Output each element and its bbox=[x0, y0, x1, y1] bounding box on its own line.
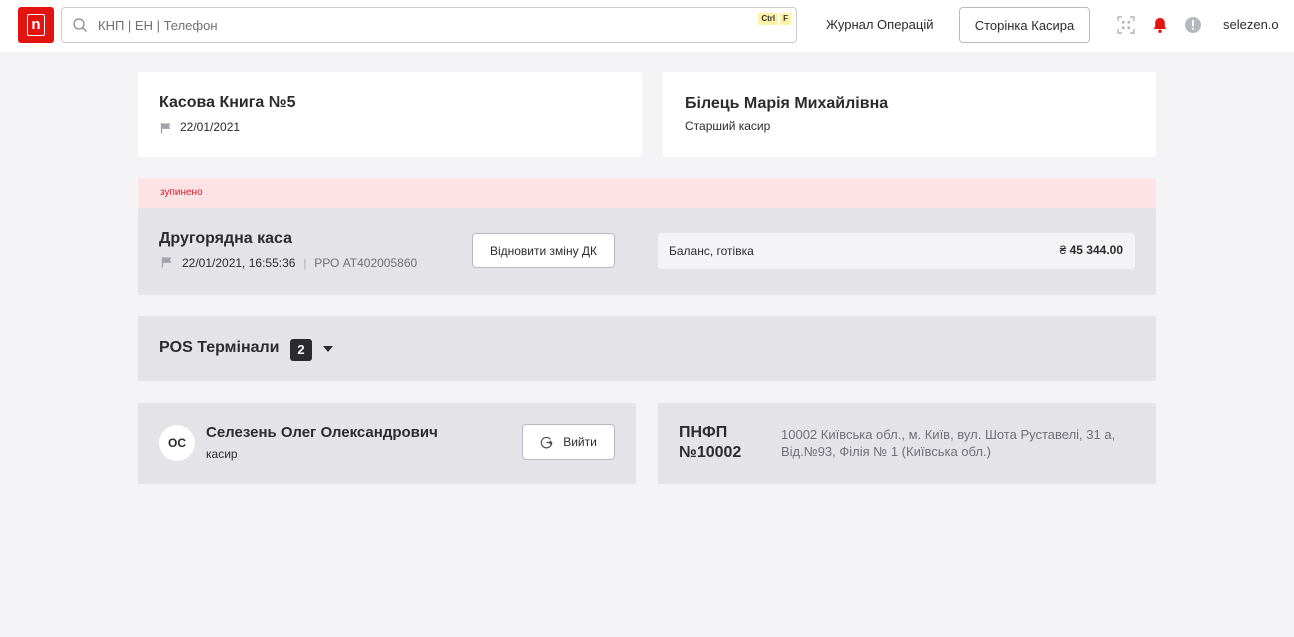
currency-symbol: ₴ bbox=[1059, 243, 1067, 257]
register-meta: 22/01/2021, 16:55:36 | РРО АТ402005860 bbox=[182, 256, 417, 270]
pos-terminals-title: POS Термінали bbox=[159, 339, 280, 356]
register-title: Другорядна каса bbox=[159, 230, 293, 247]
register-card: Другорядна каса 22/01/2021, 16:55:36 | РРО… bbox=[138, 208, 1156, 295]
register-datetime: 22/01/2021, 16:55:36 bbox=[182, 256, 296, 270]
search-box[interactable]: Ctrl F bbox=[61, 7, 797, 43]
alert-icon[interactable] bbox=[1184, 16, 1202, 34]
user-name: Селезень Олег Олександрович bbox=[206, 424, 438, 441]
register-status: зупинено bbox=[160, 187, 203, 198]
qr-scan-icon[interactable] bbox=[1117, 16, 1135, 34]
pos-count-badge: 2 bbox=[290, 339, 312, 361]
branch-address: 10002 Київська обл., м. Київ, вул. Шота … bbox=[781, 427, 1116, 459]
app-logo[interactable]: n bbox=[18, 7, 54, 43]
top-bar: n Ctrl F Журнал Операцій Сторінка Касира… bbox=[0, 0, 1294, 52]
register-status-bar: зупинено bbox=[138, 178, 1156, 208]
branch-code: ПНФП №10002 bbox=[679, 424, 742, 461]
branch-card: ПНФП №10002 10002 Київська обл., м. Київ… bbox=[658, 403, 1156, 484]
logout-button[interactable]: Вийти bbox=[522, 424, 615, 460]
flag-icon bbox=[160, 123, 171, 134]
pos-terminals-card[interactable]: POS Термінали 2 bbox=[138, 316, 1156, 381]
current-user-card: ОС Селезень Олег Олександрович касир Вий… bbox=[138, 403, 636, 484]
logo-letter: n bbox=[27, 14, 45, 36]
hotkey-f: F bbox=[780, 13, 791, 25]
logout-label: Вийти bbox=[563, 435, 597, 449]
logout-icon bbox=[540, 436, 553, 448]
cash-book-card: Касова Книга №5 22/01/2021 bbox=[138, 72, 642, 157]
search-input[interactable] bbox=[98, 14, 738, 36]
cash-book-date: 22/01/2021 bbox=[180, 120, 241, 134]
cash-balance: Баланс, готівка ₴ 45 344.00 bbox=[658, 233, 1135, 269]
bell-icon[interactable] bbox=[1151, 16, 1169, 34]
restore-shift-button[interactable]: Відновити зміну ДК bbox=[472, 233, 615, 268]
search-icon bbox=[73, 18, 87, 32]
cash-book-title: Касова Книга №5 bbox=[159, 94, 296, 111]
cashier-page-button[interactable]: Сторінка Касира bbox=[959, 7, 1090, 43]
senior-cashier-role: Старший касир bbox=[685, 119, 771, 133]
balance-amount: ₴ 45 344.00 bbox=[1060, 243, 1123, 257]
balance-value: 45 344.00 bbox=[1069, 243, 1123, 257]
separator: | bbox=[303, 258, 307, 270]
user-role: касир bbox=[206, 447, 238, 461]
search-hotkey-hint: Ctrl F bbox=[758, 13, 791, 25]
avatar: ОС bbox=[159, 425, 195, 461]
flag-icon bbox=[161, 257, 172, 268]
username[interactable]: selezen.o bbox=[1223, 17, 1279, 32]
caret-down-icon[interactable] bbox=[322, 344, 334, 354]
senior-cashier-name: Білець Марія Михайлівна bbox=[685, 95, 889, 112]
balance-label: Баланс, готівка bbox=[669, 244, 754, 258]
senior-cashier-card: Білець Марія Михайлівна Старший касир bbox=[663, 72, 1156, 157]
register-rro: РРО АТ402005860 bbox=[314, 256, 418, 270]
hotkey-ctrl: Ctrl bbox=[758, 13, 779, 25]
operations-journal-link[interactable]: Журнал Операцій bbox=[826, 17, 934, 32]
